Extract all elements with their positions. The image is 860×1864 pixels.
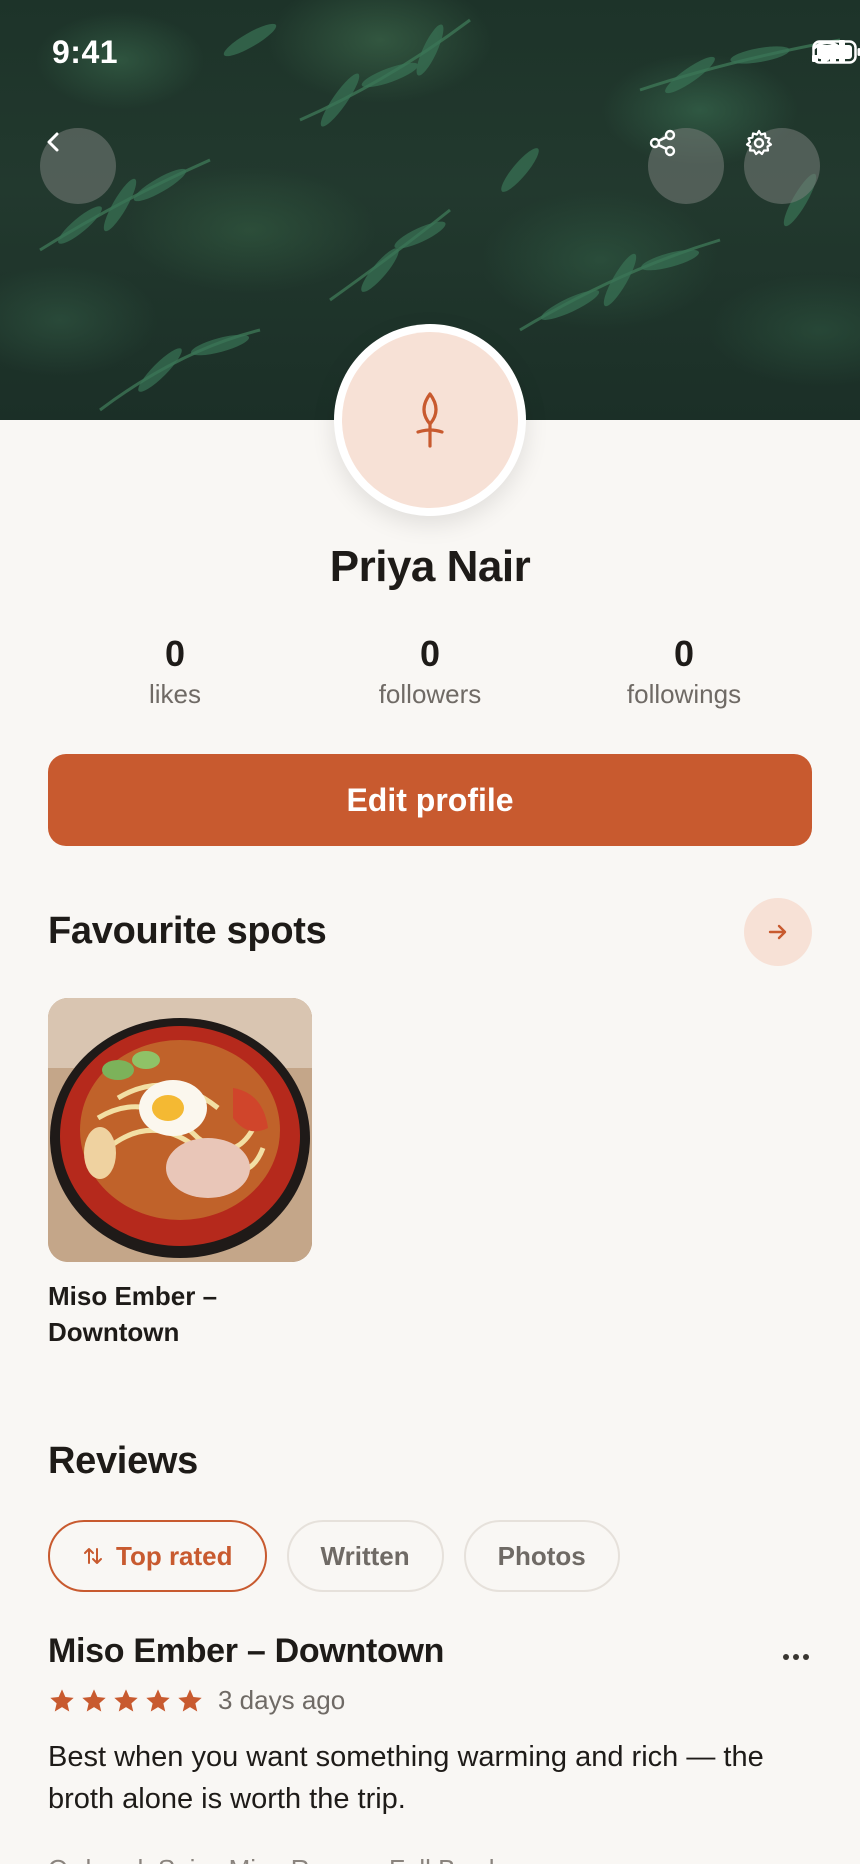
more-horizontal-icon[interactable] bbox=[782, 1635, 810, 1669]
sort-arrows-icon bbox=[84, 1548, 102, 1564]
sprout-icon bbox=[416, 392, 444, 448]
star-icon bbox=[178, 1688, 202, 1711]
status-time: 9:41 bbox=[52, 34, 119, 70]
gear-icon bbox=[745, 129, 773, 156]
profile-stats: 0 likes 0 followers 0 followings bbox=[0, 632, 860, 722]
share-icon bbox=[649, 129, 676, 157]
favourite-spots-title: Favourite spots bbox=[48, 910, 327, 952]
status-bar: 9:41 bbox=[0, 0, 860, 100]
stat-label: followings bbox=[626, 679, 742, 709]
chip-label: Top rated bbox=[116, 1540, 233, 1571]
chevron-left-icon bbox=[47, 132, 59, 152]
back-button[interactable] bbox=[40, 128, 116, 204]
review-restaurant[interactable]: Miso Ember – Downtown bbox=[48, 1632, 444, 1671]
spot-name: Miso Ember – Downtown bbox=[48, 1281, 218, 1347]
star-icon bbox=[146, 1688, 170, 1711]
filter-photos[interactable]: Photos bbox=[463, 1520, 620, 1592]
reviews-title: Reviews bbox=[48, 1440, 198, 1482]
review-date: 3 days ago bbox=[218, 1685, 346, 1715]
star-icon bbox=[82, 1688, 106, 1711]
favourite-spot-card[interactable]: Miso Ember – Downtown bbox=[48, 998, 312, 1350]
spot-photo bbox=[48, 998, 312, 1262]
review-filter-chips: Top rated Written Photos bbox=[48, 1520, 620, 1592]
review-rating bbox=[48, 1687, 204, 1715]
filter-written[interactable]: Written bbox=[286, 1520, 444, 1592]
battery-icon bbox=[812, 40, 860, 64]
stat-label: followers bbox=[378, 679, 482, 709]
star-icon bbox=[114, 1688, 138, 1711]
stat-likes[interactable]: 0 likes bbox=[65, 632, 285, 712]
profile-name: Priya Nair bbox=[329, 542, 531, 591]
arrow-right-icon bbox=[768, 924, 787, 940]
see-all-favourites-button[interactable] bbox=[744, 898, 812, 966]
stat-value: 0 bbox=[673, 633, 695, 674]
chip-label: Photos bbox=[497, 1540, 586, 1571]
filter-top-rated[interactable]: Top rated bbox=[48, 1520, 267, 1592]
stat-label: likes bbox=[148, 679, 201, 709]
stat-followers[interactable]: 0 followers bbox=[320, 632, 540, 712]
star-icon bbox=[50, 1688, 74, 1711]
review-body: Best when you want something warming and… bbox=[48, 1741, 764, 1815]
chip-label: Written bbox=[320, 1540, 410, 1571]
stat-value: 0 bbox=[164, 633, 186, 674]
ramen-bowl-image bbox=[48, 998, 312, 1262]
review-item: Miso Ember – Downtown 3 days ago Best wh… bbox=[48, 1632, 812, 1864]
avatar[interactable] bbox=[334, 324, 526, 516]
stat-followings[interactable]: 0 followings bbox=[574, 632, 794, 712]
stat-value: 0 bbox=[419, 633, 441, 674]
review-ordered: Ordered: Spicy Miso Ramen, Full Bowl bbox=[48, 1854, 812, 1864]
settings-button[interactable] bbox=[744, 128, 820, 204]
edit-profile-button[interactable]: Edit profile bbox=[48, 754, 812, 846]
share-button[interactable] bbox=[648, 128, 724, 204]
